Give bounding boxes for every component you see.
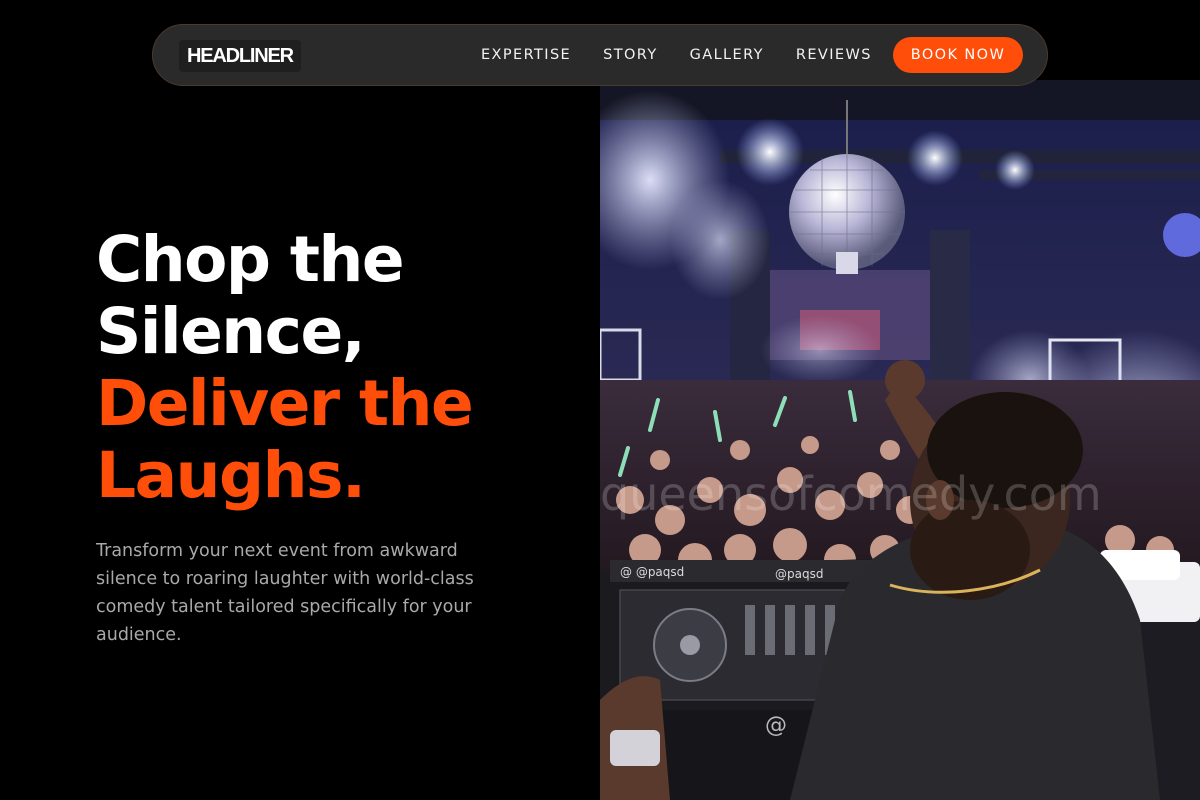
svg-text:@: @ xyxy=(765,713,787,738)
svg-text:@paqsd: @paqsd xyxy=(775,567,823,581)
nav-link-story[interactable]: STORY xyxy=(603,47,657,63)
book-now-button[interactable]: BOOK NOW xyxy=(893,37,1023,73)
watermark-text: queensofcomedy.com xyxy=(600,467,1102,521)
nav-links: EXPERTISE STORY GALLERY REVIEWS xyxy=(481,25,904,85)
nav-link-reviews[interactable]: REVIEWS xyxy=(796,47,872,63)
hero-headline: Chop the Silence, Deliver the Laughs. xyxy=(96,224,576,512)
nav-link-expertise[interactable]: EXPERTISE xyxy=(481,47,571,63)
navbar: HEADLINER EXPERTISE STORY GALLERY REVIEW… xyxy=(152,24,1048,86)
svg-text:@ @paqsd: @ @paqsd xyxy=(620,565,684,579)
hero-image: @ @paqsd @paqsd @ aqsd xyxy=(600,80,1200,800)
logo[interactable]: HEADLINER xyxy=(179,40,301,72)
headline-line-3: Deliver the xyxy=(96,367,474,440)
headline-line-2: Silence, xyxy=(96,295,366,368)
headline-line-1: Chop the xyxy=(96,223,405,296)
hero-subtitle: Transform your next event from awkward s… xyxy=(96,541,474,645)
headline-line-4: Laughs. xyxy=(96,439,366,512)
nav-link-gallery[interactable]: GALLERY xyxy=(690,47,764,63)
